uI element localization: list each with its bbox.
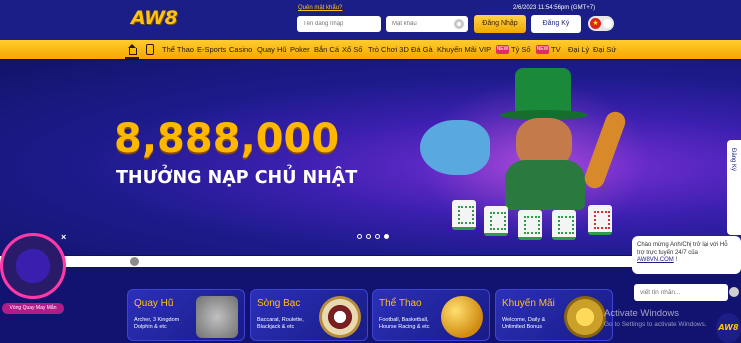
side-tab-label: Đăng Ký <box>730 148 736 172</box>
close-icon[interactable]: × <box>61 232 66 242</box>
forgot-password-link[interactable]: Quên mật khẩu? <box>298 5 342 11</box>
games-section <box>0 267 741 343</box>
nav-item-the-thao[interactable]: Thể Thao <box>162 40 194 59</box>
nav-item-khuyen-mai[interactable]: Khuyến Mãi <box>437 40 477 59</box>
card-title: Khuyến Mãi <box>502 298 555 309</box>
card-desc: Baccarat, Roulette, Blackjack & etc <box>257 317 304 330</box>
nav-item-ban-ca[interactable]: Bắn Cá <box>314 40 339 59</box>
mahjong-tile-image <box>552 210 576 240</box>
card-the-thao[interactable]: Thể Thao Football, Basketball, Hourse Ra… <box>372 289 490 341</box>
slot-machine-icon <box>196 296 238 338</box>
card-title: Thể Thao <box>379 298 422 309</box>
leprechaun-hat-image <box>515 68 571 112</box>
promo-amount: 8,888,000 <box>114 116 340 162</box>
nav-item-esports[interactable]: E-Sports <box>197 40 226 59</box>
slide-dot[interactable] <box>375 234 380 239</box>
lucky-wheel-label[interactable]: Vòng Quay May Mắn <box>2 303 64 314</box>
card-khuyen-mai[interactable]: Khuyến Mãi Welcome, Daily & Unlimited Bo… <box>495 289 613 341</box>
active-indicator <box>125 57 139 59</box>
slide-dot-active[interactable] <box>384 234 389 239</box>
nav-item-tro-choi-3d[interactable]: Trò Chơi 3D <box>368 40 409 59</box>
chat-message: Chào mừng Anh/Chị trở lại với Hỗ trợ trự… <box>637 242 728 256</box>
new-badge: NEW <box>536 45 549 54</box>
nav-item-dai-su[interactable]: Đại Sứ <box>593 40 616 59</box>
datetime: 2/6/2023 11:54:56pm (GMT+7) <box>513 5 596 11</box>
card-desc: Welcome, Daily & Unlimited Bonus <box>502 317 546 330</box>
login-button[interactable]: Đăng Nhập <box>474 15 526 33</box>
card-title: Sòng Bạc <box>257 298 301 309</box>
register-button[interactable]: Đăng Ký <box>531 15 581 33</box>
main-nav: Thể Thao E-Sports Casino Quay Hũ Poker B… <box>0 40 741 59</box>
chat-input[interactable] <box>634 284 728 301</box>
nav-item-dai-ly[interactable]: Đại Lý <box>568 40 589 59</box>
football-icon <box>441 296 483 338</box>
side-register-tab[interactable]: Đăng Ký <box>727 140 741 235</box>
nav-item-tv[interactable]: TV <box>551 40 561 59</box>
mahjong-tile-image <box>518 210 542 240</box>
activate-windows-title: Activate Windows <box>604 308 679 319</box>
casino-chip-icon <box>564 296 606 338</box>
chat-launcher-logo[interactable]: AW8 <box>716 313 741 343</box>
slide-dot[interactable] <box>357 234 362 239</box>
chat-message-end: ! <box>675 257 678 263</box>
announcement-bar <box>0 256 741 267</box>
nav-item-xo-so[interactable]: Xổ Số <box>342 40 362 59</box>
home-icon[interactable] <box>127 44 137 55</box>
card-song-bac[interactable]: Sòng Bạc Baccarat, Roulette, Blackjack &… <box>250 289 368 341</box>
roulette-icon <box>319 296 361 338</box>
nav-item-ty-so[interactable]: Tỷ Số <box>511 40 531 59</box>
promo-subtitle: THƯỞNG NẠP CHỦ NHẬT <box>116 168 358 188</box>
mahjong-tile-image <box>588 205 612 235</box>
new-badge: NEW <box>496 45 509 54</box>
card-title: Quay Hũ <box>134 298 174 309</box>
mahjong-tile-image <box>452 200 476 230</box>
toggle-knob <box>603 19 612 28</box>
card-desc: Football, Basketball, Hourse Racing & et… <box>379 317 430 330</box>
vietnam-flag-icon: ★ <box>590 18 601 29</box>
activate-windows-subtitle: Go to Settings to activate Windows. <box>604 321 707 328</box>
card-desc: Archer, 3 Kingdom Dolphin & etc <box>134 317 180 330</box>
card-quay-hu[interactable]: Quay Hũ Archer, 3 Kingdom Dolphin & etc <box>127 289 245 341</box>
logo[interactable]: AW8 <box>131 7 178 29</box>
chat-site-link[interactable]: AW8VN.COM <box>637 257 674 263</box>
speaker-icon <box>130 257 139 266</box>
mahjong-tile-image <box>484 206 508 236</box>
leprechaun-body-image <box>505 160 585 210</box>
nav-item-vip[interactable]: VIP <box>479 40 491 59</box>
language-toggle[interactable]: ★ <box>588 16 614 31</box>
username-input[interactable] <box>297 16 381 32</box>
promo-banner[interactable]: 8,888,000 THƯỞNG NẠP CHỦ NHẬT Đăng Ký <box>0 60 741 255</box>
slide-dot[interactable] <box>366 234 371 239</box>
header: AW8 Quên mật khẩu? 2/6/2023 11:54:56pm (… <box>0 0 741 40</box>
send-icon[interactable] <box>729 287 739 297</box>
nav-item-casino[interactable]: Casino <box>229 40 252 59</box>
shark-image <box>420 120 490 175</box>
eye-icon[interactable] <box>454 19 464 29</box>
chat-welcome-bubble: Chào mừng Anh/Chị trở lại với Hỗ trợ trự… <box>632 236 741 274</box>
lucky-wheel[interactable] <box>0 233 66 299</box>
nav-item-poker[interactable]: Poker <box>290 40 310 59</box>
mobile-icon[interactable] <box>146 44 154 55</box>
nav-item-quay-hu[interactable]: Quay Hũ <box>257 40 287 59</box>
nav-item-da-ga[interactable]: Đá Gà <box>411 40 433 59</box>
